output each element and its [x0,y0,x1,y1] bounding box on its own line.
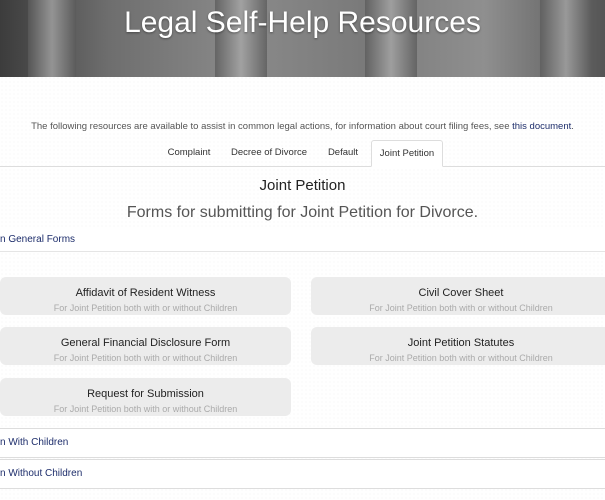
fees-document-link[interactable]: this document [512,121,571,132]
card-joint-petition-statutes[interactable]: Joint Petition Statutes For Joint Petiti… [311,327,605,365]
section-title: Joint Petition [259,177,346,194]
tab-joint-petition[interactable]: Joint Petition [371,140,443,167]
tab-decree-of-divorce[interactable]: Decree of Divorce [223,140,315,165]
card-title: Affidavit of Resident Witness [75,287,216,299]
tab-bar: Complaint Decree of Divorce Default Join… [0,140,605,167]
card-request-for-submission[interactable]: Request for Submission For Joint Petitio… [0,378,291,416]
tab-default[interactable]: Default [316,140,370,165]
card-subtitle: For Joint Petition both with or without … [53,404,238,414]
panel-with-children[interactable]: n With Children [0,428,605,458]
card-subtitle: For Joint Petition both with or without … [53,353,238,363]
card-affidavit-of-resident-witness[interactable]: Affidavit of Resident Witness For Joint … [0,277,291,315]
card-subtitle: For Joint Petition both with or without … [369,303,553,313]
page-title: Legal Self-Help Resources [124,6,481,39]
card-title: Joint Petition Statutes [407,337,515,349]
card-general-financial-disclosure-form[interactable]: General Financial Disclosure Form For Jo… [0,327,291,365]
tab-complaint[interactable]: Complaint [156,140,222,165]
card-civil-cover-sheet[interactable]: Civil Cover Sheet For Joint Petition bot… [311,277,605,315]
panel-without-children[interactable]: n Without Children [0,459,605,489]
card-title: General Financial Disclosure Form [60,337,231,349]
section-subtitle: Forms for submitting for Joint Petition … [126,204,479,221]
panel-general-forms[interactable]: n General Forms [0,229,605,252]
card-title: Civil Cover Sheet [418,287,504,299]
card-subtitle: For Joint Petition both with or without … [53,303,238,313]
card-subtitle: For Joint Petition both with or without … [369,353,553,363]
intro-text: The following resources are available to… [0,121,605,132]
intro-body: The following resources are available to… [31,121,513,132]
hero-banner: Legal Self-Help Resources [0,0,605,77]
card-title: Request for Submission [87,388,204,400]
intro-suffix: . [571,121,574,132]
